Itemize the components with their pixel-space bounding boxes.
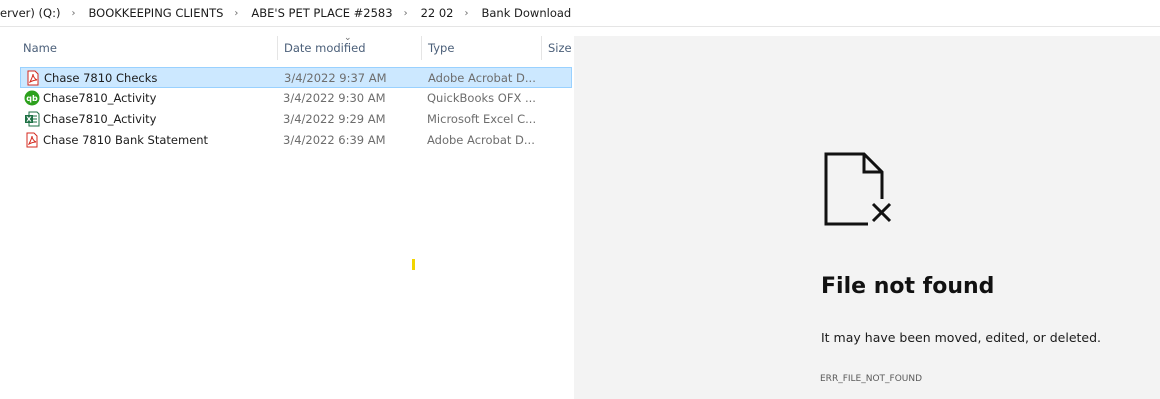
error-title: File not found	[821, 274, 995, 299]
breadcrumb: erver) (Q:) › BOOKKEEPING CLIENTS › ABE'…	[0, 0, 1160, 27]
quickbooks-icon: qb	[24, 90, 40, 106]
breadcrumb-item-period[interactable]: 22 02	[419, 6, 456, 20]
file-name: Chase7810_Activity	[43, 112, 157, 126]
file-not-found-icon	[824, 152, 894, 226]
svg-text:X: X	[26, 116, 32, 124]
pdf-icon	[26, 132, 38, 148]
file-type: Adobe Acrobat D...	[427, 133, 535, 147]
excel-icon: X	[25, 111, 40, 127]
column-header-type[interactable]: Type	[428, 36, 454, 60]
file-name: Chase 7810 Bank Statement	[43, 133, 209, 147]
column-divider[interactable]	[421, 36, 422, 60]
file-row[interactable]: Chase 7810 Bank Statement 3/4/2022 6:39 …	[20, 130, 572, 151]
file-row[interactable]: qb Chase7810_Activity 3/4/2022 9:30 AM Q…	[20, 88, 572, 109]
file-date-modified: 3/4/2022 9:30 AM	[283, 91, 386, 105]
chevron-right-icon[interactable]: ›	[62, 8, 86, 19]
breadcrumb-item-current-folder[interactable]: Bank Download	[480, 6, 574, 20]
column-header-name[interactable]: Name	[23, 36, 57, 60]
file-name: Chase 7810 Checks	[44, 71, 158, 85]
svg-text:qb: qb	[26, 94, 38, 103]
column-header-size[interactable]: Size	[548, 36, 572, 60]
pdf-icon	[27, 70, 39, 86]
column-divider[interactable]	[541, 36, 542, 60]
breadcrumb-item-bookkeeping-clients[interactable]: BOOKKEEPING CLIENTS	[86, 6, 225, 20]
file-date-modified: 3/4/2022 6:39 AM	[283, 133, 386, 147]
chevron-right-icon[interactable]: ›	[395, 8, 419, 19]
error-message: It may have been moved, edited, or delet…	[821, 330, 1102, 345]
file-list-pane: Name ⌄ Date modified Type Size Chase 781…	[0, 33, 574, 399]
column-divider[interactable]	[277, 36, 278, 60]
error-code: ERR_FILE_NOT_FOUND	[820, 374, 923, 384]
file-date-modified: 3/4/2022 9:29 AM	[283, 112, 386, 126]
chevron-right-icon[interactable]: ›	[456, 8, 480, 19]
breadcrumb-item-drive[interactable]: erver) (Q:)	[0, 6, 62, 20]
column-header-date-modified[interactable]: Date modified	[284, 36, 366, 60]
file-row[interactable]: Chase 7810 Checks 3/4/2022 9:37 AM Adobe…	[20, 67, 572, 88]
file-name: Chase7810_Activity	[43, 91, 157, 105]
chevron-right-icon[interactable]: ›	[225, 8, 249, 19]
preview-pane: File not found It may have been moved, e…	[574, 36, 1160, 399]
file-type: QuickBooks OFX ...	[427, 91, 536, 105]
file-row[interactable]: X Chase7810_Activity 3/4/2022 9:29 AM Mi…	[20, 109, 572, 130]
column-headers: Name ⌄ Date modified Type Size	[0, 33, 574, 60]
cursor-marker	[412, 259, 415, 270]
file-date-modified: 3/4/2022 9:37 AM	[284, 71, 387, 85]
file-type: Microsoft Excel C...	[427, 112, 537, 126]
file-type: Adobe Acrobat D...	[428, 71, 536, 85]
breadcrumb-item-client[interactable]: ABE'S PET PLACE #2583	[249, 6, 394, 20]
